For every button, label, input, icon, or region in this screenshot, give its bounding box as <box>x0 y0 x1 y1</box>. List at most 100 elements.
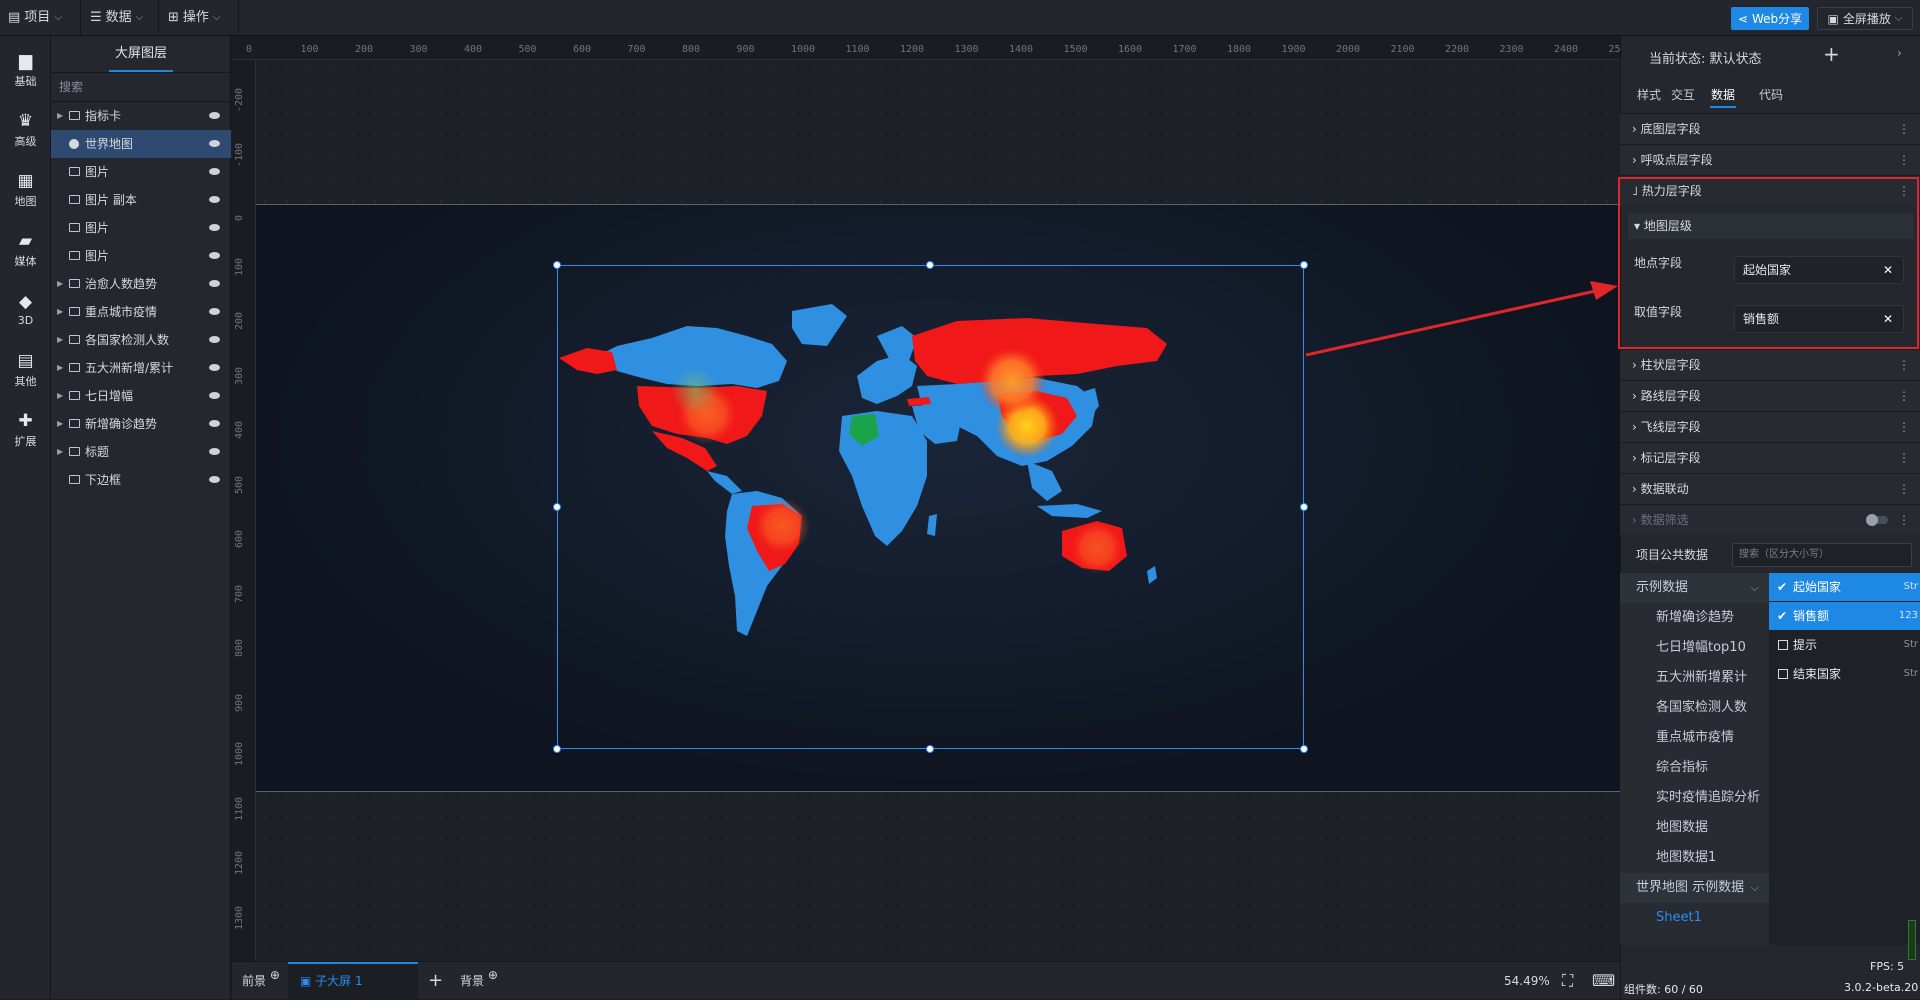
foreground-tab[interactable]: 前景 ⊕ <box>242 962 280 1000</box>
category-other[interactable]: ▤ 其他 <box>0 342 51 398</box>
expand-arrow-icon[interactable]: ▶ <box>57 438 63 466</box>
eye-icon[interactable] <box>209 112 220 119</box>
dataset-item[interactable]: 地图数据1 <box>1620 843 1769 873</box>
location-field-select[interactable]: 起始国家 ✕ <box>1734 256 1904 284</box>
more-icon[interactable]: ⋮ <box>1898 505 1910 535</box>
eye-icon[interactable] <box>209 224 220 231</box>
layer-item[interactable]: ▶ 各国家检测人数 <box>51 326 231 354</box>
more-icon[interactable]: ⋮ <box>1898 412 1910 442</box>
section-data-linkage[interactable]: › 数据联动 ⋮ <box>1620 473 1920 504</box>
menu-operation[interactable]: ⊞ 操作 ⌵ <box>168 7 221 29</box>
dataset-item[interactable]: 重点城市疫情 <box>1620 723 1769 753</box>
field-item[interactable]: 结束国家 Str <box>1769 660 1920 688</box>
expand-arrow-icon[interactable]: ▶ <box>57 382 63 410</box>
sub-screen-tab[interactable]: ▣ 子大屏 1 <box>300 962 363 1000</box>
tab-data[interactable]: 数据 <box>1711 86 1735 103</box>
resize-handle[interactable] <box>1300 503 1308 511</box>
category-3d[interactable]: ◆ 3D <box>0 282 51 338</box>
clear-icon[interactable]: ✕ <box>1883 257 1893 283</box>
layers-title[interactable]: 大屏图层 <box>51 36 231 72</box>
menu-project[interactable]: ▤ 项目 ⌵ <box>8 7 62 29</box>
resize-handle[interactable] <box>553 745 561 753</box>
tab-code[interactable]: 代码 <box>1759 86 1783 103</box>
more-icon[interactable]: ⋮ <box>1898 114 1910 144</box>
layer-item[interactable]: 图片 <box>51 214 231 242</box>
value-field-select[interactable]: 销售额 ✕ <box>1734 305 1904 333</box>
field-item[interactable]: 提示 Str <box>1769 631 1920 659</box>
layer-item[interactable]: ▶ 标题 <box>51 438 231 466</box>
category-basic[interactable]: ▆ 基础 <box>0 42 51 98</box>
eye-icon[interactable] <box>209 364 220 371</box>
category-map[interactable]: ▦ 地图 <box>0 162 51 218</box>
expand-arrow-icon[interactable]: ▶ <box>57 326 63 354</box>
layer-item[interactable]: ▶ 五大洲新增/累计 <box>51 354 231 382</box>
dataset-item[interactable]: 综合指标 <box>1620 753 1769 783</box>
dataset-group[interactable]: 世界地图 示例数据 ⌵ <box>1620 873 1769 903</box>
category-media[interactable]: ▰ 媒体 <box>0 222 51 278</box>
layer-item[interactable]: 图片 副本 <box>51 186 231 214</box>
expand-arrow-icon[interactable]: ▶ <box>57 102 63 130</box>
category-extension[interactable]: ✚ 扩展 <box>0 402 51 458</box>
resize-handle[interactable] <box>553 261 561 269</box>
section-marker-layer-fields[interactable]: › 标记层字段 ⋮ <box>1620 442 1920 473</box>
layer-item[interactable]: 图片 <box>51 242 231 270</box>
expand-arrow-icon[interactable]: ▶ <box>57 410 63 438</box>
resize-handle[interactable] <box>1300 261 1308 269</box>
field-item[interactable]: ✔ 起始国家 Str <box>1769 573 1920 601</box>
background-tab[interactable]: 背景 ⊕ <box>460 962 498 1000</box>
more-icon[interactable]: ⋮ <box>1898 145 1910 175</box>
fit-screen-icon[interactable]: ⛶ <box>1562 962 1573 1000</box>
dataset-item[interactable]: 新增确诊趋势 <box>1620 603 1769 633</box>
eye-icon[interactable] <box>209 308 220 315</box>
eye-icon[interactable] <box>209 336 220 343</box>
dataset-item[interactable]: 五大洲新增累计 <box>1620 663 1769 693</box>
layer-item[interactable]: 下边框 <box>51 466 231 494</box>
layer-item[interactable]: 世界地图 <box>51 130 231 158</box>
current-state-label[interactable]: 当前状态: 默认状态 <box>1649 48 1762 67</box>
section-base-layer-fields[interactable]: › 底图层字段 ⋮ <box>1620 113 1920 144</box>
toggle-switch[interactable] <box>1866 514 1888 526</box>
checkbox-icon[interactable] <box>1778 669 1788 679</box>
tab-style[interactable]: 样式 <box>1637 86 1661 103</box>
section-breath-layer-fields[interactable]: › 呼吸点层字段 ⋮ <box>1620 144 1920 175</box>
layer-item[interactable]: ▶ 重点城市疫情 <box>51 298 231 326</box>
section-map-level[interactable]: ▾ 地图层级 <box>1628 213 1914 239</box>
resize-handle[interactable] <box>553 503 561 511</box>
eye-icon[interactable] <box>209 280 220 287</box>
resize-handle[interactable] <box>926 745 934 753</box>
layer-item[interactable]: ▶ 治愈人数趋势 <box>51 270 231 298</box>
eye-icon[interactable] <box>209 252 220 259</box>
eye-icon[interactable] <box>209 168 220 175</box>
fullscreen-button[interactable]: ▣ 全屏播放 ⌵ <box>1817 7 1913 30</box>
more-icon[interactable]: ⋮ <box>1898 443 1910 473</box>
public-data-search-input[interactable]: 搜索（区分大小写） <box>1732 543 1912 567</box>
add-screen-button[interactable]: + <box>428 962 443 1000</box>
layer-item[interactable]: ▶ 新增确诊趋势 <box>51 410 231 438</box>
section-bar-layer-fields[interactable]: › 柱状层字段 ⋮ <box>1620 349 1920 380</box>
eye-icon[interactable] <box>209 476 220 483</box>
layer-item[interactable]: ▶ 指标卡 <box>51 102 231 130</box>
clear-icon[interactable]: ✕ <box>1883 306 1893 332</box>
keyboard-icon[interactable]: ⌨ <box>1592 962 1615 1000</box>
resize-handle[interactable] <box>1300 745 1308 753</box>
eye-icon[interactable] <box>209 140 220 147</box>
eye-icon[interactable] <box>209 420 220 427</box>
layer-item[interactable]: 图片 <box>51 158 231 186</box>
selection-frame[interactable] <box>557 265 1304 749</box>
more-icon[interactable]: ⋮ <box>1898 350 1910 380</box>
checkbox-icon[interactable] <box>1778 640 1788 650</box>
section-data-filter[interactable]: › 数据筛选 ⋮ <box>1620 504 1920 535</box>
more-icon[interactable]: ⋮ <box>1898 381 1910 411</box>
eye-icon[interactable] <box>209 448 220 455</box>
section-flyline-layer-fields[interactable]: › 飞线层字段 ⋮ <box>1620 411 1920 442</box>
check-icon[interactable]: ✔ <box>1777 602 1787 630</box>
dataset-item[interactable]: 各国家检测人数 <box>1620 693 1769 723</box>
chevron-right-icon[interactable]: › <box>1897 46 1902 60</box>
dataset-group[interactable]: 示例数据 ⌵ <box>1620 573 1769 603</box>
tab-interaction[interactable]: 交互 <box>1671 86 1695 103</box>
dataset-item[interactable]: 实时疫情追踪分析 <box>1620 783 1769 813</box>
dataset-item[interactable]: Sheet1 <box>1620 903 1769 933</box>
category-advanced[interactable]: ♛ 高级 <box>0 102 51 158</box>
dataset-item[interactable]: 地图数据 <box>1620 813 1769 843</box>
more-icon[interactable]: ⋮ <box>1898 474 1910 504</box>
